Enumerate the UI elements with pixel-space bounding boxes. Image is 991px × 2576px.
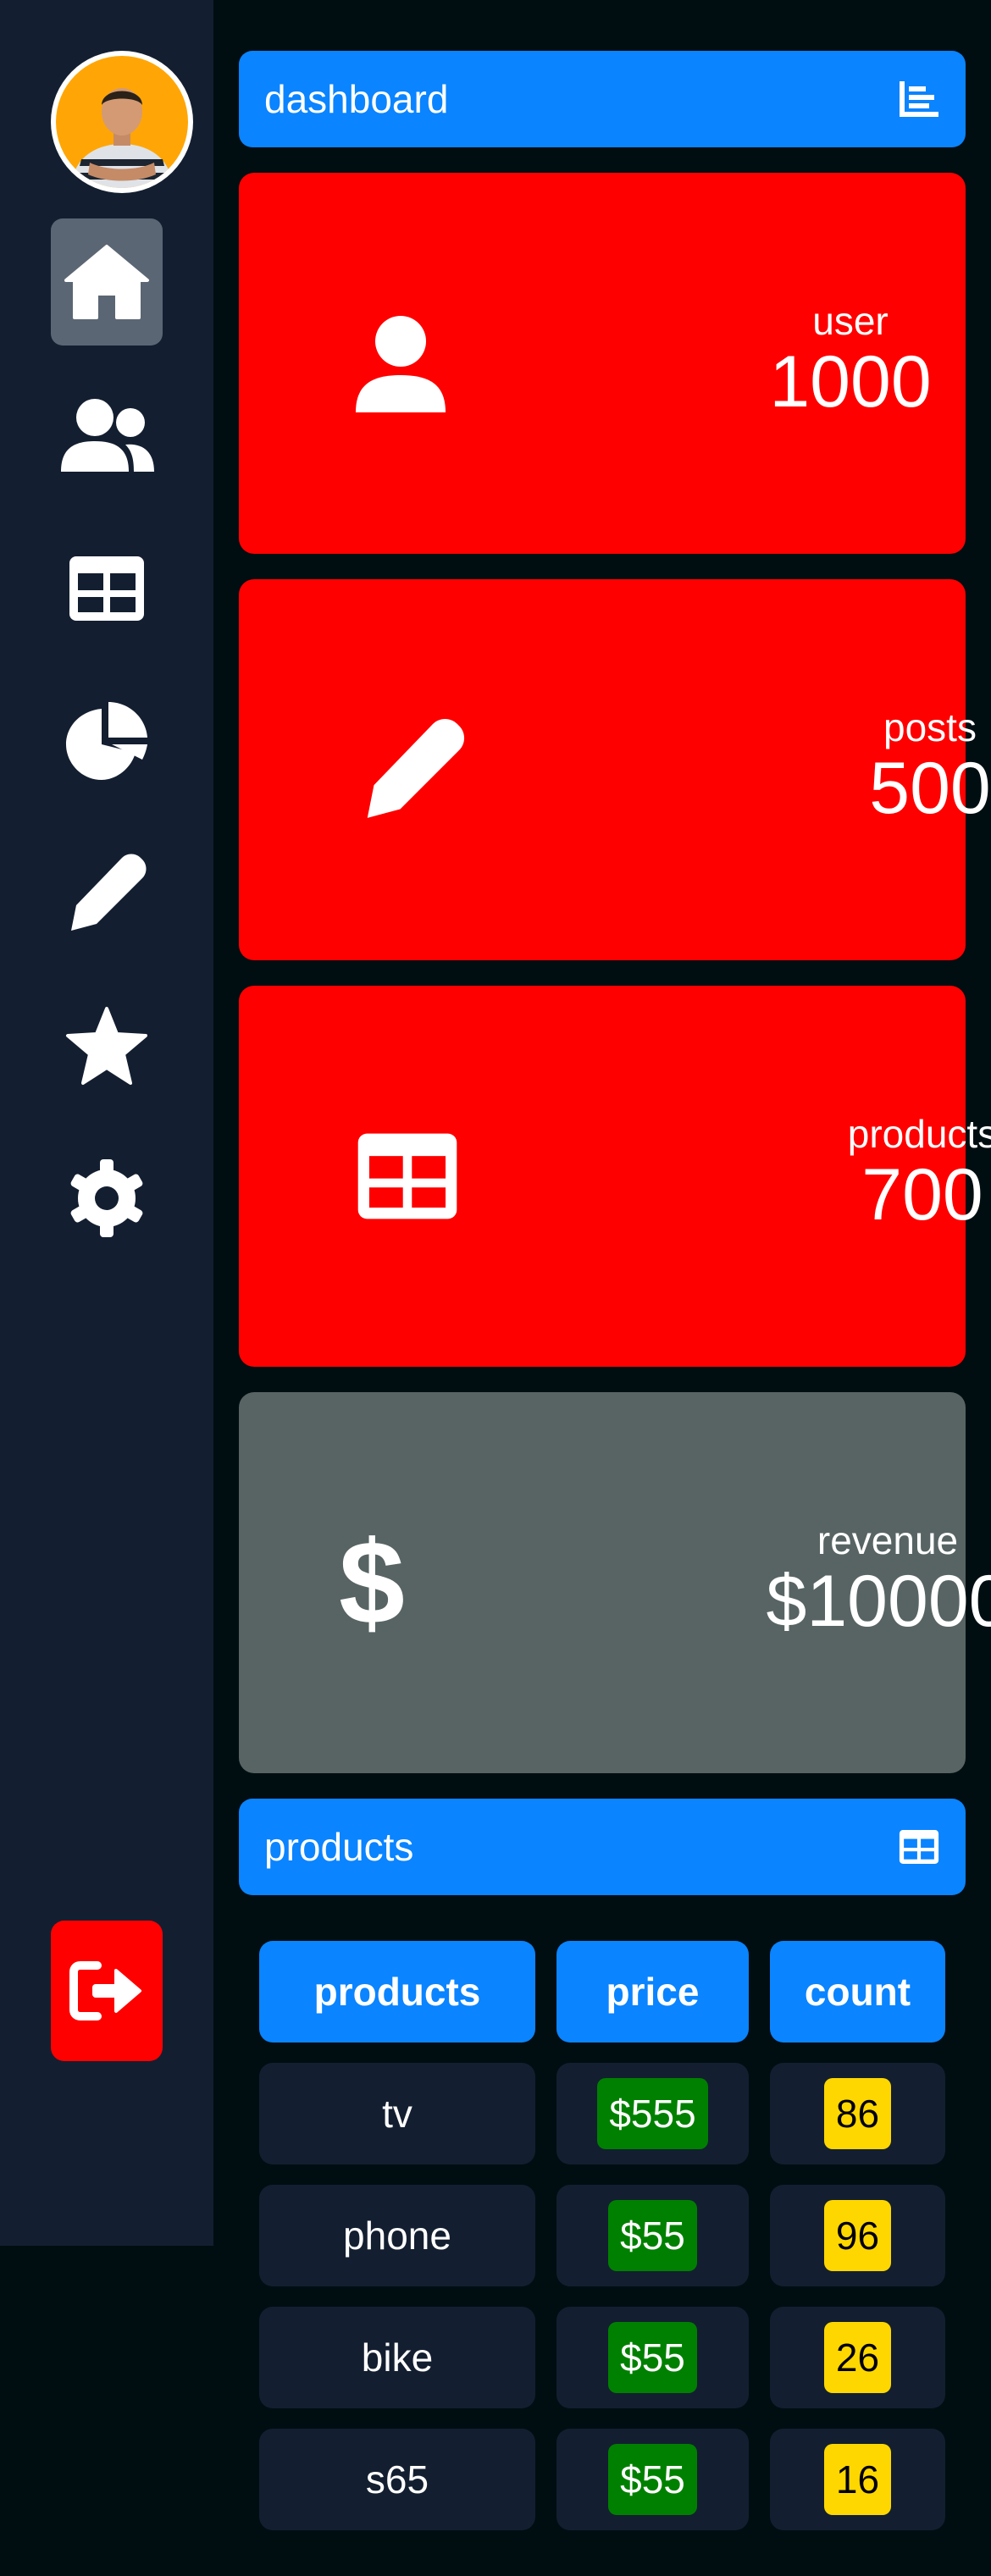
stat-card-user: user 1000 xyxy=(239,173,966,554)
stat-value: 1000 xyxy=(769,341,932,423)
table-icon xyxy=(69,556,144,621)
stat-label: revenue xyxy=(817,1518,959,1562)
home-icon xyxy=(64,245,149,319)
pencil-icon xyxy=(71,854,147,931)
stat-label: user xyxy=(812,299,889,343)
sidebar xyxy=(0,0,213,2246)
dashboard-header: dashboard xyxy=(239,51,966,147)
stat-value: 700 xyxy=(861,1154,983,1235)
stat-value: 500 xyxy=(869,748,991,829)
price-badge: $55 xyxy=(608,2444,697,2515)
column-header-count[interactable]: count xyxy=(770,1941,945,2043)
users-icon xyxy=(61,399,154,472)
table-cell-product: tv xyxy=(259,2063,535,2164)
table-cell-count: 16 xyxy=(770,2429,945,2530)
table-cell-count: 86 xyxy=(770,2063,945,2164)
avatar-image xyxy=(56,56,188,188)
count-badge: 96 xyxy=(823,2200,892,2271)
pencil-icon xyxy=(367,718,465,818)
sidebar-item-pie-chart[interactable] xyxy=(51,677,163,804)
sidebar-item-settings[interactable] xyxy=(51,1135,163,1262)
price-badge: $55 xyxy=(608,2200,697,2271)
stat-label: posts xyxy=(883,705,977,749)
price-badge: $555 xyxy=(597,2078,708,2149)
dollar-icon: $ xyxy=(339,1516,405,1649)
count-badge: 26 xyxy=(823,2322,892,2393)
products-header: products xyxy=(239,1799,966,1895)
table-cell-price: $55 xyxy=(556,2429,749,2530)
stat-value: $10000 xyxy=(766,1561,991,1642)
table-cell-count: 96 xyxy=(770,2185,945,2286)
logout-button[interactable] xyxy=(51,1921,163,2061)
logout-icon xyxy=(69,1961,141,2020)
sidebar-item-pencil[interactable] xyxy=(51,830,163,957)
count-badge: 86 xyxy=(823,2078,892,2149)
star-icon xyxy=(66,1007,147,1085)
table-cell-product: bike xyxy=(259,2307,535,2408)
table-cell-product: phone xyxy=(259,2185,535,2286)
sidebar-item-star[interactable] xyxy=(51,982,163,1109)
table-cell-price: $555 xyxy=(556,2063,749,2164)
sidebar-item-users[interactable] xyxy=(51,373,163,500)
table-icon[interactable] xyxy=(898,1829,940,1865)
section-title: products xyxy=(264,1825,414,1869)
price-badge: $55 xyxy=(608,2322,697,2393)
sidebar-item-table[interactable] xyxy=(51,525,163,652)
stat-card-posts: posts 500 xyxy=(239,579,991,960)
pie-chart-icon xyxy=(66,702,147,780)
stat-card-revenue: $ revenue $10000 xyxy=(239,1392,991,1773)
column-header-products[interactable]: products xyxy=(259,1941,535,2043)
page-title: dashboard xyxy=(264,77,449,121)
user-icon xyxy=(356,316,446,412)
table-cell-price: $55 xyxy=(556,2307,749,2408)
bar-chart-icon[interactable] xyxy=(898,80,940,119)
column-header-price[interactable]: price xyxy=(556,1941,749,2043)
avatar[interactable] xyxy=(51,51,193,193)
table-cell-product: s65 xyxy=(259,2429,535,2530)
table-cell-count: 26 xyxy=(770,2307,945,2408)
stat-card-products: products 700 xyxy=(239,986,991,1367)
table-icon xyxy=(357,1133,457,1219)
count-badge: 16 xyxy=(823,2444,892,2515)
gear-icon xyxy=(70,1159,143,1237)
sidebar-item-home[interactable] xyxy=(51,218,163,345)
table-cell-price: $55 xyxy=(556,2185,749,2286)
stat-label: products xyxy=(847,1112,991,1156)
